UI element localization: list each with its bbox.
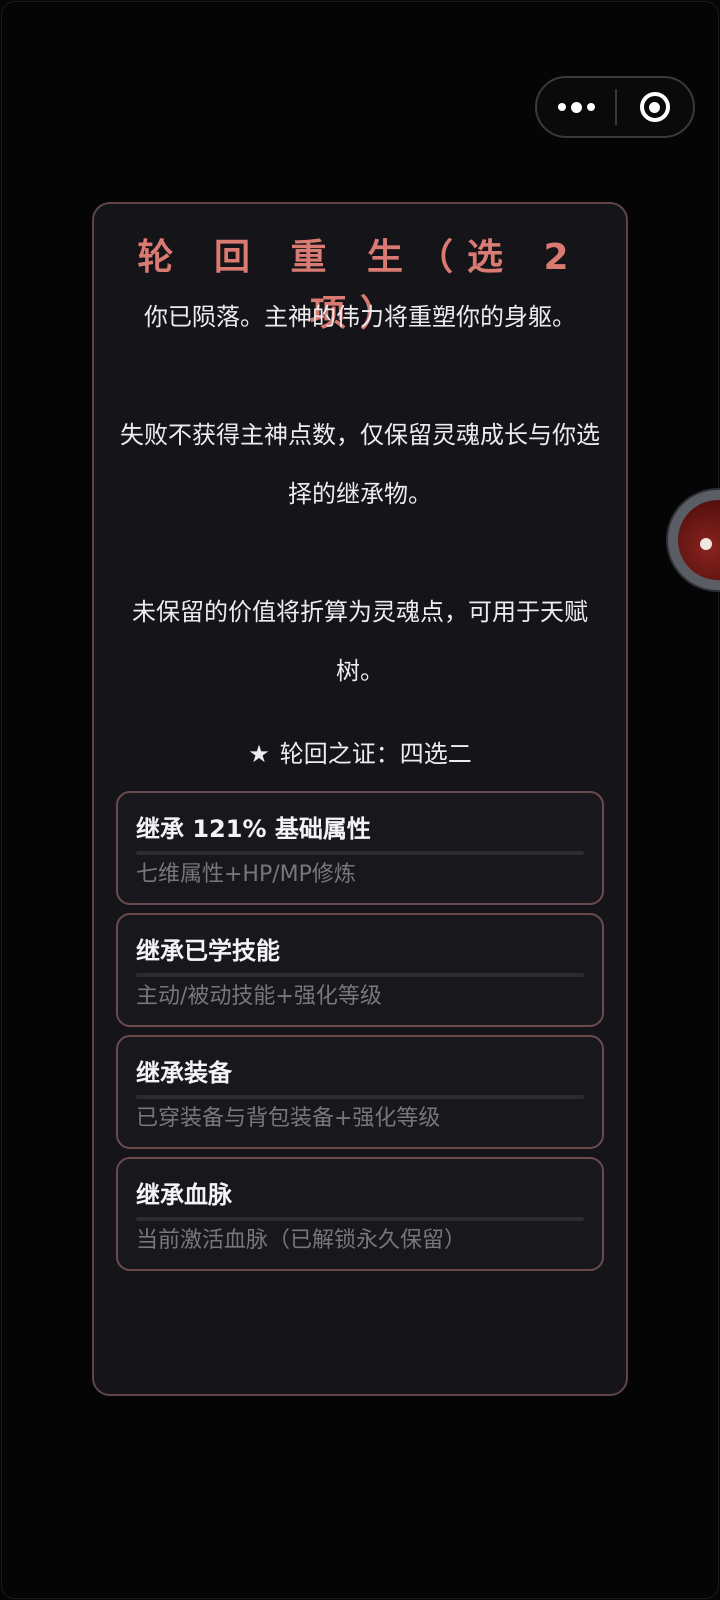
option-divider — [136, 851, 584, 855]
avatar-mark — [700, 538, 712, 550]
mini-program-capsule — [535, 76, 695, 138]
option-title: 继承 121% 基础属性 — [136, 815, 371, 843]
dialog-description: 你已陨落。主神的伟力将重塑你的身躯。 失败不获得主神点数，仅保留灵魂成长与你选择… — [120, 303, 600, 685]
screen: 轮 回 重 生（选 2 项） 你已陨落。主神的伟力将重塑你的身躯。 失败不获得主… — [0, 0, 720, 1600]
option-subtitle: 主动/被动技能+强化等级 — [136, 984, 382, 1009]
option-inherit-equipment[interactable]: 继承装备 已穿装备与背包装备+强化等级 — [116, 1035, 604, 1149]
rebirth-proof-text: 轮回之证：四选二 — [279, 740, 472, 768]
option-divider — [136, 1217, 584, 1221]
option-inherit-skills[interactable]: 继承已学技能 主动/被动技能+强化等级 — [116, 913, 604, 1027]
more-dots-icon — [557, 103, 566, 111]
assistant-avatar-icon — [678, 500, 720, 580]
option-divider — [136, 1095, 584, 1099]
rebirth-proof-label: ★ 轮回之证：四选二 — [116, 729, 604, 779]
option-subtitle: 已穿装备与背包装备+强化等级 — [136, 1106, 441, 1131]
option-inherit-bloodline[interactable]: 继承血脉 当前激活血脉（已解锁永久保留） — [116, 1157, 604, 1271]
more-dots-icon-center — [570, 101, 582, 113]
inherit-options-list: 继承 121% 基础属性 七维属性+HP/MP修炼 继承已学技能 主动/被动技能… — [116, 791, 604, 1271]
option-divider — [136, 973, 584, 977]
more-button[interactable] — [537, 78, 615, 136]
close-button[interactable] — [617, 78, 693, 136]
option-subtitle: 七维属性+HP/MP修炼 — [136, 862, 356, 887]
option-inherit-attributes[interactable]: 继承 121% 基础属性 七维属性+HP/MP修炼 — [116, 791, 604, 905]
target-close-icon — [639, 92, 670, 122]
floating-assistant-bubble[interactable] — [668, 490, 720, 590]
star-icon: ★ — [248, 740, 270, 768]
dialog-title: 轮 回 重 生（选 2 项） — [137, 237, 583, 334]
option-title: 继承已学技能 — [136, 937, 280, 965]
rebirth-dialog: 轮 回 重 生（选 2 项） 你已陨落。主神的伟力将重塑你的身躯。 失败不获得主… — [92, 202, 628, 1396]
more-dots-icon-right — [586, 103, 595, 111]
option-title: 继承血脉 — [136, 1181, 232, 1209]
option-subtitle: 当前激活血脉（已解锁永久保留） — [136, 1228, 467, 1253]
option-title: 继承装备 — [136, 1059, 232, 1087]
